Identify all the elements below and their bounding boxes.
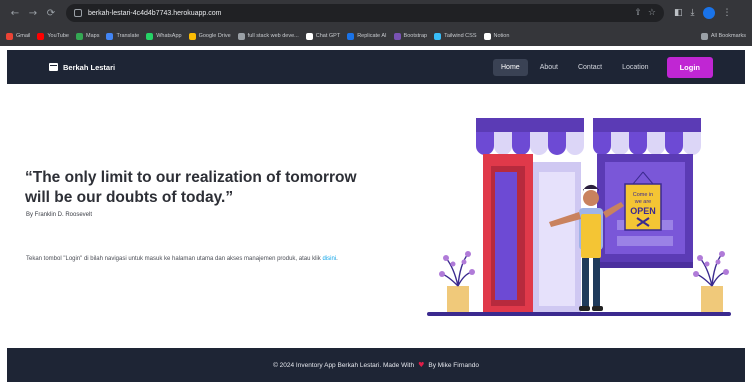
store-icon — [49, 63, 58, 71]
reload-icon[interactable]: ⟳ — [44, 8, 58, 19]
all-bookmarks-label: All Bookmarks — [710, 33, 746, 39]
storefront-illustration: Come in we are OPEN — [427, 118, 731, 316]
nav-link-about[interactable]: About — [532, 59, 566, 76]
bookmark-favicon-icon — [106, 32, 114, 40]
bookmark-favicon-icon — [434, 32, 442, 40]
hero-quote: “The only limit to our realization of to… — [25, 169, 357, 206]
address-bar[interactable]: berkah-lestari-4c4d4b7743.herokuapp.com … — [66, 4, 664, 22]
left-awning — [476, 118, 584, 155]
bookmark-label: Tailwind CSS — [444, 33, 477, 39]
bookmark-favicon-icon — [6, 32, 13, 40]
sign-line-3: OPEN — [630, 206, 656, 216]
left-plant — [439, 251, 475, 312]
all-bookmarks[interactable]: All Bookmarks — [700, 32, 746, 40]
site-navbar: Berkah Lestari Home About Contact Locati… — [7, 50, 745, 84]
download-icon[interactable]: ⤓ — [691, 8, 695, 18]
bookmark-favicon-icon — [483, 32, 491, 40]
site-info-icon[interactable] — [74, 9, 82, 17]
bookmark-label: Chat GPT — [315, 33, 341, 39]
login-button[interactable]: Login — [666, 56, 713, 78]
bookmark-label: Bootstrap — [403, 33, 428, 39]
bookmark-label: full stack web deve... — [247, 33, 299, 39]
right-awning — [593, 118, 701, 155]
bookmark-favicon-icon — [37, 32, 45, 40]
brand[interactable]: Berkah Lestari — [49, 63, 115, 72]
ground-line — [427, 312, 731, 316]
instruction-text: Tekan tombol "Login" di bilah navigasi u… — [26, 256, 323, 262]
bookmark-favicon-icon — [146, 32, 154, 40]
bookmark-favicon-icon — [237, 32, 245, 40]
site-footer: © 2024 Inventory App Berkah Lestari. Mad… — [7, 348, 745, 382]
bookmark-favicon-icon — [188, 32, 196, 40]
bookmark-favicon-icon — [393, 32, 401, 40]
folder-icon — [700, 32, 708, 40]
bookmark-item[interactable]: Gmail — [6, 32, 31, 40]
footer-text-before: © 2024 Inventory App Berkah Lestari. Mad… — [273, 361, 415, 369]
bookmark-item[interactable]: full stack web deve... — [237, 32, 299, 40]
nav-link-location[interactable]: Location — [614, 59, 656, 76]
login-instruction: Tekan tombol "Login" di bilah navigasi u… — [26, 254, 356, 264]
bookmark-label: Notion — [493, 33, 510, 39]
share-icon[interactable]: ⇪ — [634, 8, 642, 18]
bookmark-item[interactable]: Translate — [106, 32, 140, 40]
bookmark-item[interactable]: Notion — [483, 32, 510, 40]
bookmark-label: Translate — [116, 33, 140, 39]
profile-avatar[interactable] — [702, 7, 715, 19]
bookmark-item[interactable]: Google Drive — [188, 32, 231, 40]
bookmark-item[interactable]: YouTube — [37, 32, 69, 40]
address-row: ← → ⟳ berkah-lestari-4c4d4b7743.herokuap… — [0, 0, 752, 26]
bookmark-item[interactable]: Replicate AI — [347, 32, 387, 40]
bookmark-item[interactable]: Chat GPT — [305, 32, 341, 40]
sign-line-1: Come in — [633, 192, 653, 198]
nav-links: Home About Contact Location Login — [493, 56, 713, 78]
back-arrow-icon[interactable]: ← — [8, 8, 22, 19]
bookmark-item[interactable]: Maps — [76, 32, 100, 40]
instruction-end: . — [336, 256, 338, 262]
bookmark-favicon-icon — [305, 32, 313, 40]
bookmark-label: Replicate AI — [357, 33, 387, 39]
bookmark-favicon-icon — [76, 32, 83, 40]
bookmark-label: YouTube — [47, 33, 69, 39]
bookmark-item[interactable]: WhatsApp — [146, 32, 182, 40]
bookmark-favicon-icon — [347, 32, 355, 40]
url-text: berkah-lestari-4c4d4b7743.herokuapp.com — [88, 9, 222, 17]
here-link[interactable]: disini — [322, 256, 336, 262]
bookmark-label: Maps — [86, 33, 100, 39]
footer-text-after: By Mike Firnando — [428, 361, 479, 369]
extensions-icon[interactable]: ◧ — [674, 8, 683, 18]
nav-link-home[interactable]: Home — [493, 58, 528, 76]
bookmark-label: Gmail — [16, 33, 31, 39]
heart-icon: ♥ — [418, 361, 425, 369]
bookmark-item[interactable]: Tailwind CSS — [434, 32, 477, 40]
bookmarks-bar: Gmail YouTube Maps Translate WhatsApp Google … — [0, 28, 752, 44]
bookmark-label: Google Drive — [198, 33, 231, 39]
forward-arrow-icon[interactable]: → — [26, 8, 40, 19]
right-plant — [693, 251, 729, 312]
bookmark-label: WhatsApp — [156, 33, 182, 39]
hero-section: “The only limit to our realization of to… — [7, 84, 745, 348]
menu-kebab-icon[interactable]: ⋮ — [723, 8, 732, 18]
browser-nav-buttons: ← → ⟳ — [8, 8, 58, 19]
brand-name: Berkah Lestari — [63, 62, 116, 72]
browser-chrome: ← → ⟳ berkah-lestari-4c4d4b7743.herokuap… — [0, 0, 752, 46]
sign-line-2: we are — [634, 199, 652, 205]
shop-door — [483, 154, 581, 312]
bookmark-item[interactable]: Bootstrap — [393, 32, 428, 40]
quote-author: By Franklin D. Roosevelt — [26, 212, 93, 218]
bookmark-star-icon[interactable]: ☆ — [648, 8, 656, 18]
nav-link-contact[interactable]: Contact — [570, 59, 610, 76]
